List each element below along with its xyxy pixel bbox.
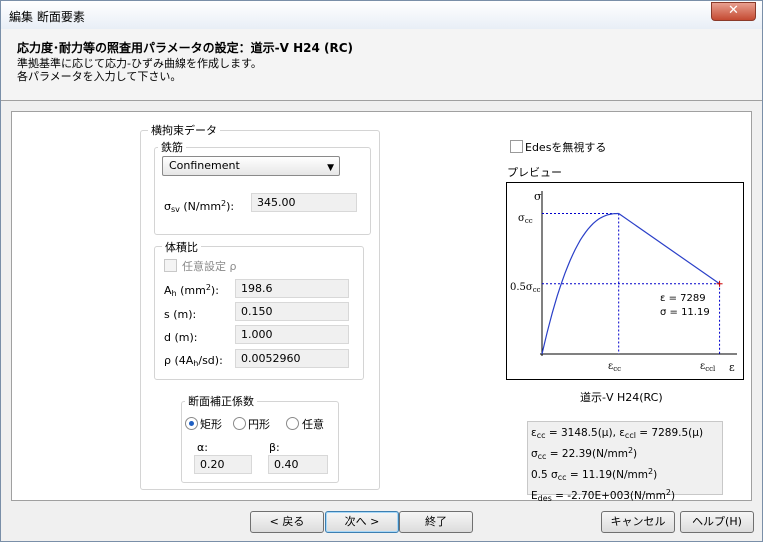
- volume-ratio-legend: 体積比: [162, 239, 201, 255]
- close-button[interactable]: ✕: [711, 2, 756, 21]
- close-icon: ✕: [728, 3, 739, 18]
- y-tick-half-sigma-cc: 0.5σcc: [510, 282, 541, 294]
- rho-label: ρ (4Ah/sd):: [164, 354, 223, 368]
- info-line-3: 0.5 σcc = 11.19(N/mm2): [531, 467, 658, 482]
- info-line-2: σcc = 22.39(N/mm2): [531, 446, 638, 461]
- preview-chart: σ ε σcc 0.5σcc εcc εccl ε = 7289 σ = 11.…: [506, 182, 744, 380]
- stress-strain-svg: σ ε σcc 0.5σcc εcc εccl ε = 7289 σ = 11.…: [510, 190, 737, 374]
- radio-rectangle-label: 矩形: [200, 418, 222, 431]
- next-button[interactable]: 次へ >: [325, 511, 399, 533]
- d-label: d (m):: [164, 331, 198, 344]
- rebar-legend: 鉄筋: [158, 139, 186, 155]
- sigma-sv-label: σsv (N/mm2):: [164, 199, 235, 214]
- help-button[interactable]: ヘルプ(H): [680, 511, 754, 533]
- radio-rectangle[interactable]: [185, 417, 198, 430]
- alpha-label: α:: [197, 441, 208, 454]
- radio-arbitrary-label: 任意: [302, 418, 324, 431]
- beta-field[interactable]: 0.40: [268, 455, 328, 474]
- rebar-type-select[interactable]: Confinement ▼: [162, 156, 340, 176]
- chevron-down-icon: ▼: [327, 163, 334, 173]
- point-eps-readout: ε = 7289: [660, 293, 706, 304]
- x-tick-eps-cc: εcc: [608, 361, 621, 373]
- radio-circle-label: 円形: [248, 418, 270, 431]
- d-field[interactable]: 1.000: [235, 325, 349, 344]
- preview-label: プレビュー: [507, 166, 562, 179]
- alpha-field[interactable]: 0.20: [194, 455, 252, 474]
- info-line-4: Edes = -2.70E+003(N/mm2): [531, 488, 676, 503]
- cancel-button[interactable]: キャンセル: [601, 511, 675, 533]
- rebar-type-value: Confinement: [169, 159, 240, 172]
- window-title: 編集 断面要素: [9, 10, 85, 24]
- radio-circle[interactable]: [233, 417, 246, 430]
- point-sigma-readout: σ = 11.19: [660, 307, 710, 318]
- preview-caption: 道示-V H24(RC): [580, 391, 663, 404]
- rho-field[interactable]: 0.0052960: [235, 349, 349, 368]
- back-button[interactable]: < 戻る: [250, 511, 324, 533]
- y-axis-label: σ: [534, 190, 542, 203]
- finish-button[interactable]: 終了: [399, 511, 473, 533]
- ignore-edes-checkbox[interactable]: [510, 140, 523, 153]
- info-box: εcc = 3148.5(μ), εccl = 7289.5(μ) σcc = …: [527, 421, 723, 503]
- radio-arbitrary[interactable]: [286, 417, 299, 430]
- sigma-sv-field[interactable]: 345.00: [251, 193, 357, 212]
- custom-rho-label: 任意設定 ρ: [182, 260, 237, 273]
- x-axis-label: ε: [729, 361, 735, 374]
- x-tick-eps-ccl: εccl: [700, 361, 716, 373]
- title-bar[interactable]: 編集 断面要素 ✕: [1, 1, 762, 29]
- header-title: 応力度･耐力等の照査用パラメータの設定：道示-V H24 (RC): [17, 41, 354, 55]
- ignore-edes-label: Edesを無視する: [525, 141, 607, 154]
- s-field[interactable]: 0.150: [235, 302, 349, 321]
- ah-label: Ah (mm2):: [164, 283, 219, 298]
- header-panel: 応力度･耐力等の照査用パラメータの設定：道示-V H24 (RC) 準拠基準に応…: [1, 29, 762, 101]
- descending-branch: [618, 213, 720, 285]
- info-line-1: εcc = 3148.5(μ), εccl = 7289.5(μ): [531, 427, 704, 440]
- beta-label: β:: [269, 441, 280, 454]
- header-description-2: 各パラメータを入力して下さい。: [17, 70, 182, 83]
- dialog-window: 編集 断面要素 ✕ 応力度･耐力等の照査用パラメータの設定：道示-V H24 (…: [0, 0, 763, 542]
- y-tick-sigma-cc: σcc: [518, 213, 533, 225]
- correction-legend: 断面補正係数: [185, 393, 257, 409]
- s-label: s (m):: [164, 308, 197, 321]
- ah-field[interactable]: 198.6: [235, 279, 349, 298]
- confinement-legend: 横拘束データ: [148, 122, 220, 138]
- custom-rho-checkbox[interactable]: [164, 259, 177, 272]
